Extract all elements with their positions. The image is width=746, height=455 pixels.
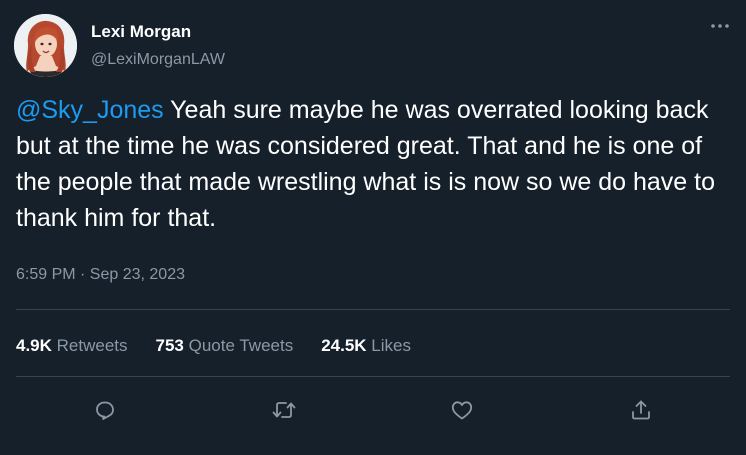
author-handle[interactable]: @LexiMorganLAW <box>91 50 225 70</box>
reply-button[interactable] <box>89 394 121 426</box>
retweets-stat[interactable]: 4.9K Retweets <box>16 335 128 357</box>
more-horizontal-icon <box>711 24 729 28</box>
tweet-timestamp[interactable]: 6:59 PM · Sep 23, 2023 <box>16 265 185 285</box>
reply-icon <box>96 401 114 420</box>
likes-label: Likes <box>366 336 411 355</box>
avatar[interactable] <box>14 14 77 77</box>
retweet-button[interactable] <box>268 394 300 426</box>
mention-link[interactable]: @Sky_Jones <box>16 96 164 124</box>
likes-count: 24.5K <box>321 336 367 355</box>
quote-tweets-count: 753 <box>155 336 184 355</box>
divider <box>16 376 730 377</box>
tweet-text: @Sky_Jones Yeah sure maybe he was overra… <box>16 92 732 236</box>
like-button[interactable] <box>446 394 478 426</box>
more-options-button[interactable] <box>706 16 734 36</box>
retweets-count: 4.9K <box>16 336 52 355</box>
retweet-icon <box>272 402 296 418</box>
heart-icon <box>451 401 473 420</box>
avatar-image <box>14 14 77 77</box>
quote-tweets-label: Quote Tweets <box>183 336 294 355</box>
likes-stat[interactable]: 24.5K Likes <box>321 335 411 357</box>
author-display-name[interactable]: Lexi Morgan <box>91 21 191 43</box>
divider <box>16 309 730 310</box>
share-button[interactable] <box>625 394 657 426</box>
engagement-stats: 4.9K Retweets 753 Quote Tweets 24.5K Lik… <box>16 335 411 357</box>
share-icon <box>632 400 650 420</box>
quote-tweets-stat[interactable]: 753 Quote Tweets <box>156 335 294 357</box>
retweets-label: Retweets <box>51 336 128 355</box>
tweet-card: Lexi Morgan @LexiMorganLAW @Sky_Jones Ye… <box>0 0 746 455</box>
